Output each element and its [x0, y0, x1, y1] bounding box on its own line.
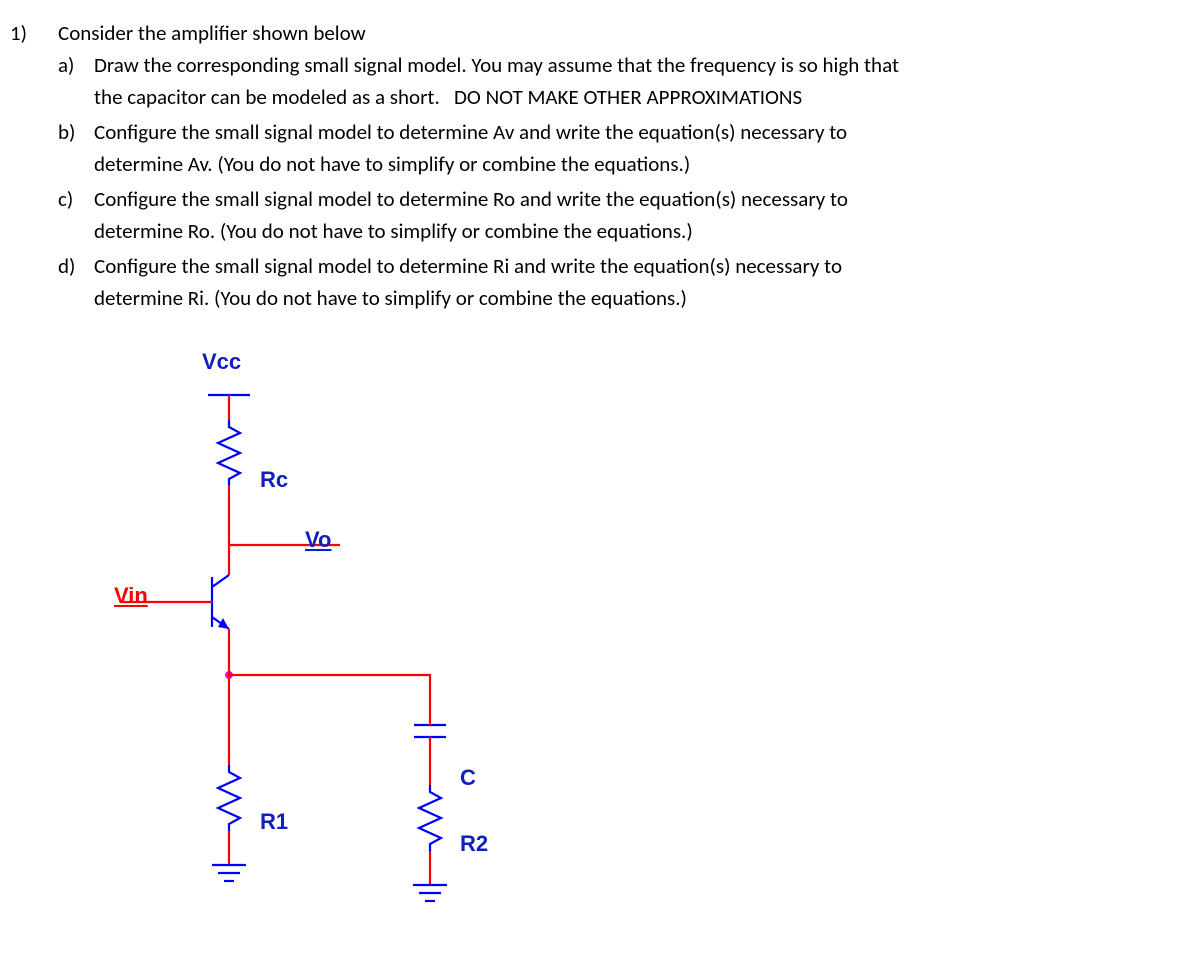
question-number: 1) [10, 18, 27, 50]
subpart-b: b) Configure the small signal model to d… [58, 117, 1188, 180]
amplifier-circuit: Vcc Rc Vo Vin R1 C R2 [100, 345, 580, 945]
subpart-d-letter: d) [58, 251, 94, 283]
question-subparts: a) Draw the corresponding small signal m… [58, 50, 1188, 318]
circuit-svg [100, 345, 580, 945]
label-rc: Rc [260, 463, 288, 496]
subpart-d-line1: Configure the small signal model to dete… [94, 251, 1188, 283]
subpart-d-line2: determine Ri. (You do not have to simpli… [94, 283, 1188, 315]
resistor-r2-icon [419, 785, 441, 851]
subpart-c: c) Configure the small signal model to d… [58, 184, 1188, 247]
resistor-rc-icon [218, 420, 240, 485]
label-vcc: Vcc [202, 345, 241, 378]
label-c: C [460, 761, 476, 794]
subpart-c-line1: Configure the small signal model to dete… [94, 184, 1188, 216]
subpart-a: a) Draw the corresponding small signal m… [58, 50, 1188, 113]
subpart-a-line2: the capacitor can be modeled as a short.… [94, 82, 1188, 114]
subpart-a-letter: a) [58, 50, 94, 82]
subpart-c-letter: c) [58, 184, 94, 216]
subpart-a-line2-suffix: DO NOT MAKE OTHER APPROXIMATIONS [454, 84, 802, 110]
question-stem: Consider the amplifier shown below [58, 18, 366, 50]
subpart-b-line2: determine Av. (You do not have to simpli… [94, 149, 1188, 181]
capacitor-c-icon [414, 725, 446, 737]
label-r1: R1 [260, 805, 288, 838]
label-r2: R2 [460, 827, 488, 860]
subpart-c-line2: determine Ro. (You do not have to simpli… [94, 216, 1188, 248]
subpart-b-line1: Configure the small signal model to dete… [94, 117, 1188, 149]
page-root: 1) Consider the amplifier shown below a)… [0, 0, 1200, 965]
subpart-a-line1: Draw the corresponding small signal mode… [94, 50, 1188, 82]
subpart-a-body: Draw the corresponding small signal mode… [94, 50, 1188, 113]
subpart-b-letter: b) [58, 117, 94, 149]
subpart-a-line2-prefix: the capacitor can be modeled as a short. [94, 84, 454, 110]
npn-transistor-icon [212, 575, 229, 629]
subpart-d: d) Configure the small signal model to d… [58, 251, 1188, 314]
subpart-c-body: Configure the small signal model to dete… [94, 184, 1188, 247]
label-vo: Vo [305, 523, 331, 556]
wire-node-cap [229, 675, 430, 715]
ground-left-icon [212, 865, 246, 881]
ground-right-icon [413, 885, 447, 901]
label-vin: Vin [114, 579, 148, 612]
subpart-b-body: Configure the small signal model to dete… [94, 117, 1188, 180]
subpart-d-body: Configure the small signal model to dete… [94, 251, 1188, 314]
resistor-r1-icon [218, 765, 240, 831]
